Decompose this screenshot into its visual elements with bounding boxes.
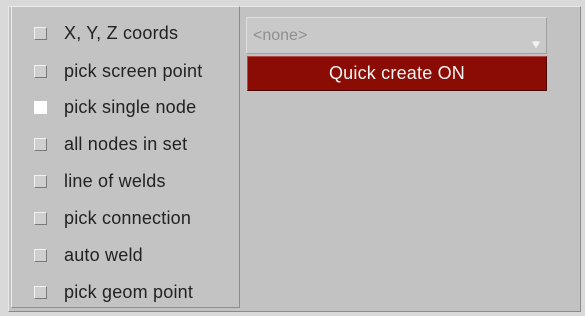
option-label: all nodes in set [64,133,188,154]
option-pick-single-node[interactable]: pick single node [22,92,237,122]
option-pick-screen-point[interactable]: pick screen point [22,56,237,86]
dropdown-value: <none> [253,27,308,44]
checkbox[interactable] [34,137,47,151]
quick-create-button[interactable]: Quick create ON [247,56,547,91]
checkbox[interactable] [34,26,47,40]
checkbox-checked[interactable] [34,100,47,114]
option-label: pick screen point [64,60,203,81]
quick-create-label: Quick create ON [328,63,466,83]
checkbox[interactable] [34,211,47,225]
option-label: pick connection [64,207,192,228]
option-pick-connection[interactable]: pick connection [22,203,237,233]
option-label: pick single node [64,96,197,117]
option-label: pick geom point [64,281,194,302]
checkbox[interactable] [34,285,47,299]
checkbox[interactable] [34,174,47,188]
option-line-of-welds[interactable]: line of welds [22,166,237,196]
checkbox[interactable] [34,248,47,262]
option-label: line of welds [64,170,166,191]
option-xyz-coords[interactable]: X, Y, Z coords [22,18,237,48]
option-label: X, Y, Z coords [64,22,179,43]
option-auto-weld[interactable]: auto weld [22,240,237,270]
checkbox[interactable] [34,64,47,78]
triangle-down-icon [530,40,542,50]
set-select-dropdown[interactable]: <none> [246,17,547,54]
option-all-nodes-in-set[interactable]: all nodes in set [22,129,237,159]
option-label: auto weld [64,244,143,265]
option-pick-geom-point[interactable]: pick geom point [22,277,237,307]
